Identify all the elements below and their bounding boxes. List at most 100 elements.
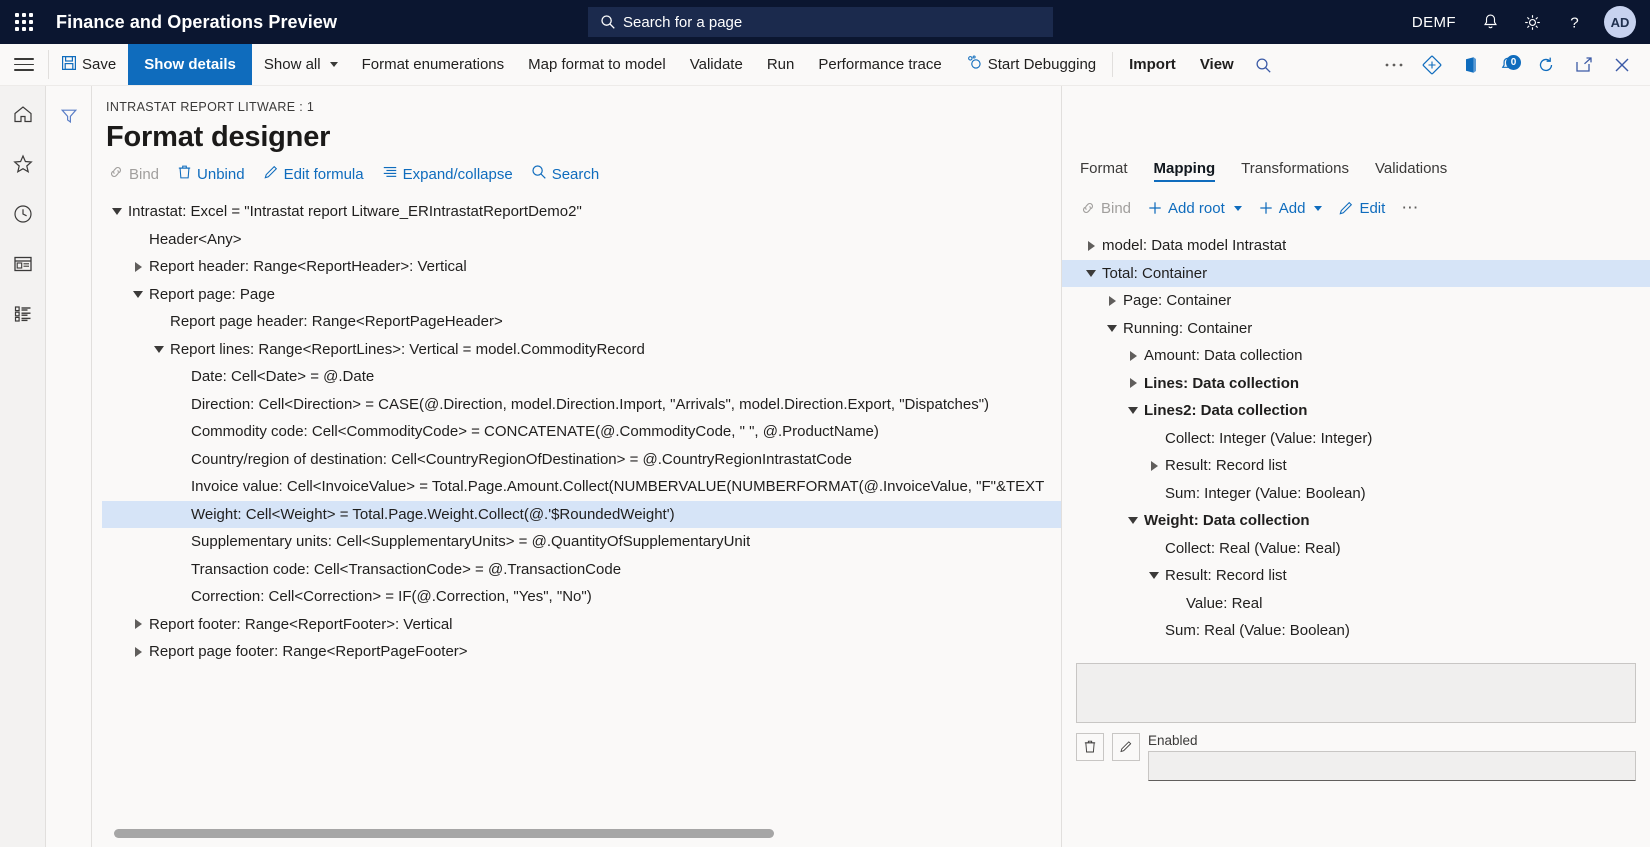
- mapping-tree-node[interactable]: Running: Container: [1076, 315, 1636, 343]
- chevron-down-icon[interactable]: [1233, 205, 1242, 211]
- help-icon[interactable]: ?: [1556, 4, 1592, 40]
- tree-node[interactable]: Weight: Cell<Weight> = Total.Page.Weight…: [102, 500, 1061, 528]
- mapping-more-options-button[interactable]: ⋯: [1401, 198, 1419, 218]
- chevron-down-icon[interactable]: [1122, 517, 1144, 525]
- performance-trace-button[interactable]: Performance trace: [806, 44, 953, 85]
- mapping-tree-node[interactable]: Amount: Data collection: [1076, 342, 1636, 370]
- tree-node[interactable]: Report lines: Range<ReportLines>: Vertic…: [102, 336, 1061, 364]
- mapping-bind-button[interactable]: Bind: [1080, 200, 1131, 217]
- chevron-right-icon[interactable]: [127, 261, 149, 272]
- open-in-new-window-icon[interactable]: [1566, 44, 1602, 86]
- format-enumerations-button[interactable]: Format enumerations: [350, 44, 517, 85]
- recent-clock-icon[interactable]: [9, 200, 37, 228]
- avatar[interactable]: AD: [1604, 6, 1636, 38]
- tree-node[interactable]: Country/region of destination: Cell<Coun…: [102, 446, 1061, 474]
- run-button[interactable]: Run: [755, 44, 807, 85]
- notifications-icon[interactable]: 0: [1490, 44, 1526, 86]
- modules-list-icon[interactable]: [9, 300, 37, 328]
- tab-mapping[interactable]: Mapping: [1153, 160, 1215, 182]
- horizontal-scrollbar[interactable]: [102, 827, 1053, 839]
- tree-node[interactable]: Header<Any>: [102, 226, 1061, 254]
- import-button[interactable]: Import: [1117, 44, 1188, 85]
- close-icon[interactable]: [1604, 44, 1640, 86]
- mapping-tree-node[interactable]: Collect: Integer (Value: Integer): [1076, 425, 1636, 453]
- show-all-button[interactable]: Show all: [252, 44, 350, 85]
- show-details-button[interactable]: Show details: [128, 44, 252, 85]
- start-debugging-button[interactable]: Start Debugging: [954, 44, 1108, 85]
- horizontal-scrollbar-thumb[interactable]: [114, 829, 774, 838]
- tree-node[interactable]: Report header: Range<ReportHeader>: Vert…: [102, 253, 1061, 281]
- tree-node[interactable]: Report footer: Range<ReportFooter>: Vert…: [102, 611, 1061, 639]
- mapping-add-button[interactable]: Add: [1258, 200, 1323, 217]
- home-icon[interactable]: [9, 100, 37, 128]
- waffle-icon[interactable]: [0, 0, 48, 44]
- chevron-down-icon[interactable]: [148, 345, 170, 353]
- tab-format[interactable]: Format: [1080, 160, 1128, 182]
- office-app-icon[interactable]: [1452, 44, 1488, 86]
- hamburger-menu-icon[interactable]: [0, 44, 48, 85]
- chevron-down-icon[interactable]: [1314, 205, 1323, 211]
- mapping-tree-node[interactable]: Lines: Data collection: [1076, 370, 1636, 398]
- chevron-down-icon[interactable]: [1080, 269, 1102, 277]
- bind-button[interactable]: Bind: [108, 164, 159, 184]
- tree-node[interactable]: Direction: Cell<Direction> = CASE(@.Dire…: [102, 391, 1061, 419]
- edit-formula-button[interactable]: Edit formula: [263, 164, 364, 184]
- chevron-right-icon[interactable]: [1122, 350, 1144, 361]
- mapping-tree-node[interactable]: Page: Container: [1076, 287, 1636, 315]
- global-search-box[interactable]: Search for a page: [588, 7, 1053, 37]
- mapping-tree-node[interactable]: Weight: Data collection: [1076, 507, 1636, 535]
- mapping-tree-node[interactable]: model: Data model Intrastat: [1076, 232, 1636, 260]
- tree-node[interactable]: Invoice value: Cell<InvoiceValue> = Tota…: [102, 473, 1061, 501]
- map-format-to-model-button[interactable]: Map format to model: [516, 44, 678, 85]
- chevron-right-icon[interactable]: [1101, 295, 1123, 306]
- mapping-tree-node[interactable]: Collect: Real (Value: Real): [1076, 535, 1636, 563]
- mapping-tree-node[interactable]: Lines2: Data collection: [1076, 397, 1636, 425]
- chevron-down-icon[interactable]: [1101, 324, 1123, 332]
- mapping-tree-node[interactable]: Value: Real: [1076, 590, 1636, 618]
- gear-icon[interactable]: [1514, 4, 1550, 40]
- tree-node[interactable]: Report page footer: Range<ReportPageFoot…: [102, 638, 1061, 666]
- mapping-tree-node[interactable]: Sum: Integer (Value: Boolean): [1076, 480, 1636, 508]
- mapping-edit-button[interactable]: Edit: [1338, 200, 1385, 217]
- tab-transformations[interactable]: Transformations: [1241, 160, 1349, 182]
- delete-button[interactable]: [1076, 732, 1104, 761]
- search-button[interactable]: Search: [531, 164, 599, 184]
- mapping-add-root-button[interactable]: Add root: [1147, 200, 1242, 217]
- edit-button[interactable]: [1112, 732, 1140, 761]
- mapping-tree-node[interactable]: Result: Record list: [1076, 562, 1636, 590]
- validate-button[interactable]: Validate: [678, 44, 755, 85]
- favorites-star-icon[interactable]: [9, 150, 37, 178]
- save-button[interactable]: Save: [49, 44, 128, 85]
- share-diamond-icon[interactable]: [1414, 44, 1450, 86]
- filter-icon[interactable]: [55, 102, 83, 130]
- tree-node[interactable]: Report page header: Range<ReportPageHead…: [102, 308, 1061, 336]
- chevron-right-icon[interactable]: [127, 619, 149, 630]
- chevron-right-icon[interactable]: [1080, 240, 1102, 251]
- chevron-right-icon[interactable]: [127, 646, 149, 657]
- chevron-down-icon[interactable]: [1143, 572, 1165, 580]
- tree-node[interactable]: Report page: Page: [102, 281, 1061, 309]
- chevron-down-icon[interactable]: [127, 290, 149, 298]
- chevron-down-icon[interactable]: [1122, 407, 1144, 415]
- company-selector[interactable]: DEMF: [1402, 14, 1466, 31]
- more-options-icon[interactable]: [1376, 44, 1412, 86]
- enabled-input[interactable]: [1148, 750, 1636, 781]
- tree-node[interactable]: Transaction code: Cell<TransactionCode> …: [102, 556, 1061, 584]
- tree-node[interactable]: Correction: Cell<Correction> = IF(@.Corr…: [102, 583, 1061, 611]
- mapping-tree-node[interactable]: Total: Container: [1062, 259, 1650, 287]
- tree-node[interactable]: Supplementary units: Cell<SupplementaryU…: [102, 528, 1061, 556]
- view-button[interactable]: View: [1188, 44, 1246, 85]
- bell-icon[interactable]: [1472, 4, 1508, 40]
- workspaces-icon[interactable]: [9, 250, 37, 278]
- chevron-down-icon[interactable]: [106, 208, 128, 216]
- chevron-right-icon[interactable]: [1122, 378, 1144, 389]
- chevron-right-icon[interactable]: [1143, 460, 1165, 471]
- tree-node[interactable]: Date: Cell<Date> = @.Date: [102, 363, 1061, 391]
- unbind-button[interactable]: Unbind: [177, 164, 245, 184]
- tab-validations[interactable]: Validations: [1375, 160, 1447, 182]
- tree-node[interactable]: Intrastat: Excel = "Intrastat report Lit…: [102, 198, 1061, 226]
- details-textarea[interactable]: [1076, 662, 1636, 723]
- mapping-tree-node[interactable]: Sum: Real (Value: Boolean): [1076, 617, 1636, 645]
- mapping-tree-node[interactable]: Result: Record list: [1076, 452, 1636, 480]
- expand-collapse-button[interactable]: Expand/collapse: [382, 164, 513, 184]
